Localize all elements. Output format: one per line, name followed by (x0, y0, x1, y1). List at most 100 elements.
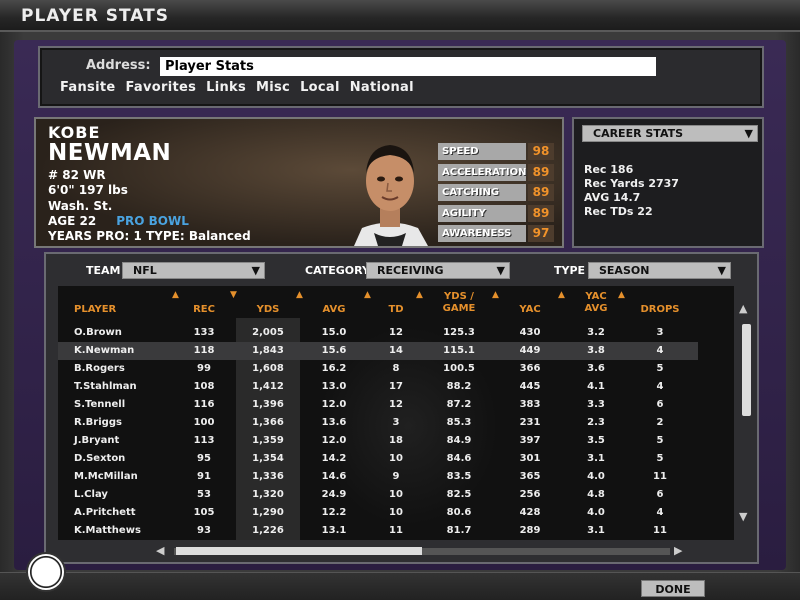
table-row[interactable]: T.Stahlman 108 1,412 13.0 17 88.2 445 4.1 4 (58, 378, 698, 396)
nav-national[interactable]: National (350, 80, 414, 95)
column-header-rec[interactable]: REC (184, 304, 224, 316)
nav-favorites[interactable]: Favorites (125, 80, 196, 95)
rating-value: 89 (528, 163, 554, 181)
cell-yds: 1,226 (252, 525, 284, 536)
scroll-left-icon[interactable]: ◀ (156, 544, 164, 557)
cell-yds: 1,359 (252, 435, 284, 446)
table-row[interactable]: O.Brown 133 2,005 15.0 12 125.3 430 3.2 3 (58, 324, 698, 342)
address-nav: Fansite Favorites Links Misc Local Natio… (60, 80, 414, 95)
column-header-yac[interactable]: YAC (504, 304, 556, 316)
cell-yac: 301 (519, 453, 541, 464)
table-row[interactable]: K.Newman 118 1,843 15.6 14 115.1 449 3.8 4 (58, 342, 698, 360)
address-input[interactable] (160, 57, 656, 76)
sort-arrow-icon[interactable]: ▲ (296, 290, 303, 300)
player-portrait (354, 145, 428, 246)
rating-label: CATCHING (438, 184, 526, 201)
column-header-avg[interactable]: AVG (308, 304, 360, 316)
cell-td: 10 (389, 489, 403, 500)
cell-rec: 93 (197, 525, 211, 536)
cell-td: 10 (389, 507, 403, 518)
column-header-yds[interactable]: YDS (242, 304, 294, 316)
horizontal-scroll-thumb[interactable] (176, 547, 422, 555)
cell-td: 10 (389, 453, 403, 464)
horizontal-scrollbar[interactable]: ◀ ▶ (156, 544, 686, 558)
cell-rec: 99 (197, 363, 211, 374)
cell-player: A.Pritchett (74, 507, 136, 518)
cell-rec: 113 (193, 435, 215, 446)
nav-fansite[interactable]: Fansite (60, 80, 115, 95)
stats-grid: ▲ ▼ ▲ ▲ ▲ ▲ ▲ ▲ PLAYER REC YDS AVG TD YDS / GAME YAC YAC… (58, 286, 734, 540)
cell-yac-avg: 3.2 (587, 327, 605, 338)
cell-yds: 2,005 (252, 327, 284, 338)
table-row[interactable]: L.Clay 53 1,320 24.9 10 82.5 256 4.8 6 (58, 486, 698, 504)
pro-bowl-badge: PRO BOWL (116, 214, 189, 228)
scroll-up-icon[interactable]: ▲ (739, 302, 747, 315)
cell-yac-avg: 4.0 (587, 471, 605, 482)
column-header-yds-per-game[interactable]: YDS / GAME (428, 291, 490, 315)
cell-yac: 449 (519, 345, 541, 356)
player-number-position: # 82 WR (48, 168, 106, 182)
cell-player: M.McMillan (74, 471, 138, 482)
nav-links[interactable]: Links (206, 80, 246, 95)
cell-yac: 256 (519, 489, 541, 500)
chevron-down-icon: ▼ (744, 127, 753, 140)
cell-yac: 366 (519, 363, 541, 374)
rating-value: 97 (528, 225, 554, 242)
table-row[interactable]: K.Matthews 93 1,226 13.1 11 81.7 289 3.1 11 (58, 522, 698, 540)
nav-local[interactable]: Local (300, 80, 340, 95)
scroll-down-icon[interactable]: ▼ (739, 510, 747, 523)
sort-arrow-icon[interactable]: ▲ (492, 290, 499, 300)
cell-td: 3 (392, 417, 400, 428)
nav-misc[interactable]: Misc (256, 80, 290, 95)
sort-arrow-icon[interactable]: ▲ (416, 290, 423, 300)
type-filter-dropdown[interactable]: SEASON ▼ (588, 262, 731, 279)
table-row[interactable]: S.Tennell 116 1,396 12.0 12 87.2 383 3.3 6 (58, 396, 698, 414)
cell-drops: 6 (656, 489, 664, 500)
cell-player: S.Tennell (74, 399, 126, 410)
table-row[interactable]: R.Briggs 100 1,366 13.6 3 85.3 231 2.3 2 (58, 414, 698, 432)
type-filter-label: TYPE (554, 264, 586, 277)
vertical-scroll-thumb[interactable] (742, 324, 751, 416)
table-row[interactable]: A.Pritchett 105 1,290 12.2 10 80.6 428 4.0 4 (58, 504, 698, 522)
address-panel: Address: Fansite Favorites Links Misc Lo… (38, 46, 764, 108)
done-button[interactable]: DONE (641, 580, 705, 597)
sort-arrow-icon[interactable]: ▲ (558, 290, 565, 300)
cell-rec: 91 (197, 471, 211, 482)
cell-rec: 108 (193, 381, 215, 392)
category-filter-dropdown[interactable]: RECEIVING ▼ (366, 262, 510, 279)
column-header-player[interactable]: PLAYER (74, 304, 154, 316)
scroll-right-icon[interactable]: ▶ (674, 544, 682, 557)
table-row[interactable]: J.Bryant 113 1,359 12.0 18 84.9 397 3.5 5 (58, 432, 698, 450)
cell-rec: 133 (193, 327, 215, 338)
sort-arrow-icon[interactable]: ▲ (364, 290, 371, 300)
column-header-drops[interactable]: DROPS (630, 304, 690, 316)
title-bar: PLAYER STATS (0, 0, 800, 32)
cell-avg: 12.2 (321, 507, 347, 518)
cell-yac: 383 (519, 399, 541, 410)
table-row[interactable]: B.Rogers 99 1,608 16.2 8 100.5 366 3.6 5 (58, 360, 698, 378)
sort-arrow-icon[interactable]: ▼ (230, 290, 237, 300)
cell-yac-avg: 3.8 (587, 345, 605, 356)
cell-yds-per-game: 80.6 (446, 507, 472, 518)
cell-drops: 6 (656, 399, 664, 410)
cell-rec: 95 (197, 453, 211, 464)
career-stats-dropdown[interactable]: CAREER STATS ▼ (582, 125, 758, 142)
cell-yds-per-game: 81.7 (446, 525, 472, 536)
column-header-yac-avg[interactable]: YAC AVG (570, 291, 622, 315)
table-row[interactable]: M.McMillan 91 1,336 14.6 9 83.5 365 4.0 11 (58, 468, 698, 486)
cell-drops: 5 (656, 453, 664, 464)
team-filter-dropdown[interactable]: NFL ▼ (122, 262, 265, 279)
vertical-scrollbar[interactable]: ▲ ▼ (738, 302, 754, 532)
cell-player: R.Briggs (74, 417, 122, 428)
cell-yds: 1,290 (252, 507, 284, 518)
career-stats-panel: CAREER STATS ▼ Rec 186 Rec Yards 2737 AV… (572, 117, 764, 248)
cell-yac: 445 (519, 381, 541, 392)
cell-yac-avg: 3.1 (587, 525, 605, 536)
rating-catching: CATCHING 89 (438, 184, 554, 201)
player-years-type: YEARS PRO: 1 TYPE: Balanced (48, 229, 251, 243)
table-row[interactable]: D.Sexton 95 1,354 14.2 10 84.6 301 3.1 5 (58, 450, 698, 468)
sort-arrow-icon[interactable]: ▲ (172, 290, 179, 300)
column-header-td[interactable]: TD (376, 304, 416, 316)
cell-avg: 13.6 (321, 417, 347, 428)
cell-player: K.Newman (74, 345, 135, 356)
